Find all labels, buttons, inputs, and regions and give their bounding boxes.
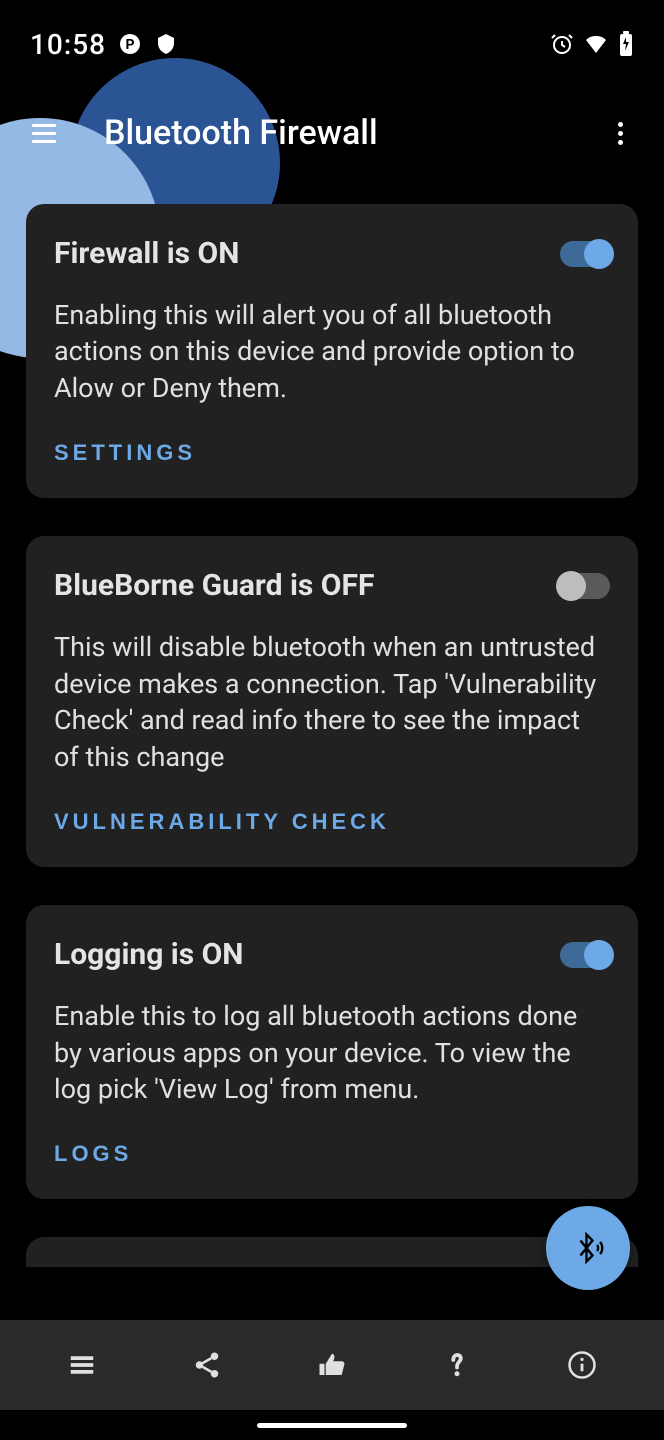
status-bar: 10:58 P [0, 0, 664, 88]
info-icon [567, 1350, 597, 1380]
alarm-icon [550, 32, 574, 56]
shield-icon [154, 32, 178, 56]
bluetooth-fab[interactable] [546, 1206, 630, 1290]
question-icon [442, 1350, 472, 1380]
status-time: 10:58 [30, 28, 106, 61]
list-nav-button[interactable] [52, 1335, 112, 1395]
share-icon [192, 1350, 222, 1380]
firewall-toggle[interactable] [560, 241, 610, 267]
more-vert-icon [618, 122, 623, 145]
logs-button[interactable]: LOGS [54, 1135, 132, 1173]
svg-text:P: P [126, 37, 135, 53]
logging-title: Logging is ON [54, 937, 243, 972]
hamburger-icon [32, 124, 56, 143]
bottom-navigation [0, 1320, 664, 1410]
help-nav-button[interactable] [427, 1335, 487, 1395]
wifi-icon [584, 32, 608, 56]
blueborne-description: This will disable bluetooth when an untr… [54, 629, 610, 775]
logging-card: Logging is ON Enable this to log all blu… [26, 905, 638, 1199]
bluetooth-audio-icon [570, 1230, 606, 1266]
blueborne-title: BlueBorne Guard is OFF [54, 568, 374, 603]
content-area: Firewall is ON Enabling this will alert … [0, 178, 664, 1267]
firewall-card: Firewall is ON Enabling this will alert … [26, 204, 638, 498]
parking-icon: P [118, 32, 142, 56]
info-nav-button[interactable] [552, 1335, 612, 1395]
thumbs-up-icon [317, 1350, 347, 1380]
firewall-description: Enabling this will alert you of all blue… [54, 297, 610, 406]
app-bar: Bluetooth Firewall [0, 88, 664, 178]
menu-button[interactable] [20, 109, 68, 157]
gesture-handle[interactable] [257, 1423, 407, 1428]
blueborne-card: BlueBorne Guard is OFF This will disable… [26, 536, 638, 867]
list-icon [67, 1350, 97, 1380]
logging-description: Enable this to log all bluetooth actions… [54, 998, 610, 1107]
vulnerability-check-button[interactable]: VULNERABILITY CHECK [54, 803, 390, 841]
share-nav-button[interactable] [177, 1335, 237, 1395]
blueborne-toggle[interactable] [560, 573, 610, 599]
settings-button[interactable]: SETTINGS [54, 434, 196, 472]
more-options-button[interactable] [596, 109, 644, 157]
firewall-title: Firewall is ON [54, 236, 239, 271]
like-nav-button[interactable] [302, 1335, 362, 1395]
app-title: Bluetooth Firewall [104, 113, 596, 153]
battery-icon [618, 31, 634, 57]
logging-toggle[interactable] [560, 942, 610, 968]
